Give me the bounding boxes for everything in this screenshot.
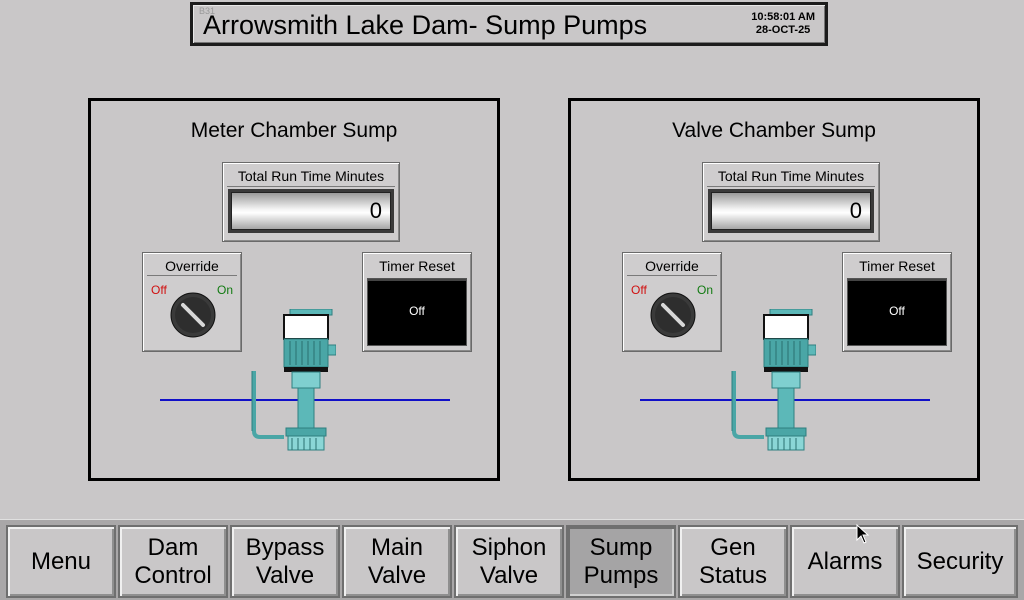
- nav-main-valve-button[interactable]: Main Valve: [342, 525, 452, 598]
- panel-title: Valve Chamber Sump: [672, 119, 876, 142]
- run-time-label: Total Run Time Minutes: [237, 168, 385, 184]
- timer-reset: Timer Reset Off: [842, 252, 952, 352]
- run-time-readout: 0: [228, 189, 394, 233]
- override-switch[interactable]: Override Off On: [622, 252, 722, 352]
- divider: [147, 275, 237, 276]
- nav-dam-control-button[interactable]: Dam Control: [118, 525, 228, 598]
- divider: [707, 186, 875, 187]
- sump-pump-icon: [731, 309, 816, 451]
- nav-sump-pumps-button[interactable]: Sump Pumps: [566, 525, 676, 598]
- navigation-bar: Menu Dam Control Bypass Valve Main Valve…: [0, 519, 1024, 600]
- run-time-value: 0: [711, 192, 871, 230]
- rotary-switch-icon[interactable]: [649, 291, 697, 339]
- timer-reset-button[interactable]: Off: [847, 278, 947, 346]
- override-switch[interactable]: Override Off On: [142, 252, 242, 352]
- run-time-label: Total Run Time Minutes: [717, 168, 865, 184]
- sump-pump-icon: [251, 309, 336, 451]
- override-off-label: Off: [151, 283, 167, 297]
- override-on-label: On: [216, 283, 233, 297]
- run-time-readout: 0: [708, 189, 874, 233]
- clock-date: 28-OCT-25: [755, 24, 811, 36]
- timer-reset-button[interactable]: Off: [367, 278, 467, 346]
- meter-chamber-sump-panel: Meter Chamber Sump Total Run Time Minute…: [88, 98, 500, 481]
- override-off-label: Off: [631, 283, 647, 297]
- clock-time: 10:58:01 AM: [751, 11, 815, 23]
- clock: 10:58:01 AM 28-OCT-25: [751, 11, 815, 37]
- timer-reset: Timer Reset Off: [362, 252, 472, 352]
- nav-security-button[interactable]: Security: [902, 525, 1018, 598]
- total-run-time-display: Total Run Time Minutes 0: [222, 162, 400, 242]
- nav-bypass-valve-button[interactable]: Bypass Valve: [230, 525, 340, 598]
- run-time-value: 0: [231, 192, 391, 230]
- divider: [227, 186, 395, 187]
- override-label: Override: [165, 258, 219, 274]
- title-bar: B31 Arrowsmith Lake Dam- Sump Pumps 10:5…: [190, 2, 828, 46]
- page-title: Arrowsmith Lake Dam- Sump Pumps: [203, 10, 648, 40]
- rotary-switch-icon[interactable]: [169, 291, 217, 339]
- mouse-pointer-icon: [856, 524, 870, 544]
- valve-chamber-sump-panel: Valve Chamber Sump Total Run Time Minute…: [568, 98, 980, 481]
- nav-siphon-valve-button[interactable]: Siphon Valve: [454, 525, 564, 598]
- panel-title: Meter Chamber Sump: [190, 119, 398, 142]
- nav-alarms-button[interactable]: Alarms: [790, 525, 900, 598]
- override-label: Override: [645, 258, 699, 274]
- nav-gen-status-button[interactable]: Gen Status: [678, 525, 788, 598]
- timer-reset-label: Timer Reset: [379, 258, 455, 274]
- override-on-label: On: [696, 283, 713, 297]
- nav-menu-button[interactable]: Menu: [6, 525, 116, 598]
- total-run-time-display: Total Run Time Minutes 0: [702, 162, 880, 242]
- timer-reset-label: Timer Reset: [859, 258, 935, 274]
- divider: [627, 275, 717, 276]
